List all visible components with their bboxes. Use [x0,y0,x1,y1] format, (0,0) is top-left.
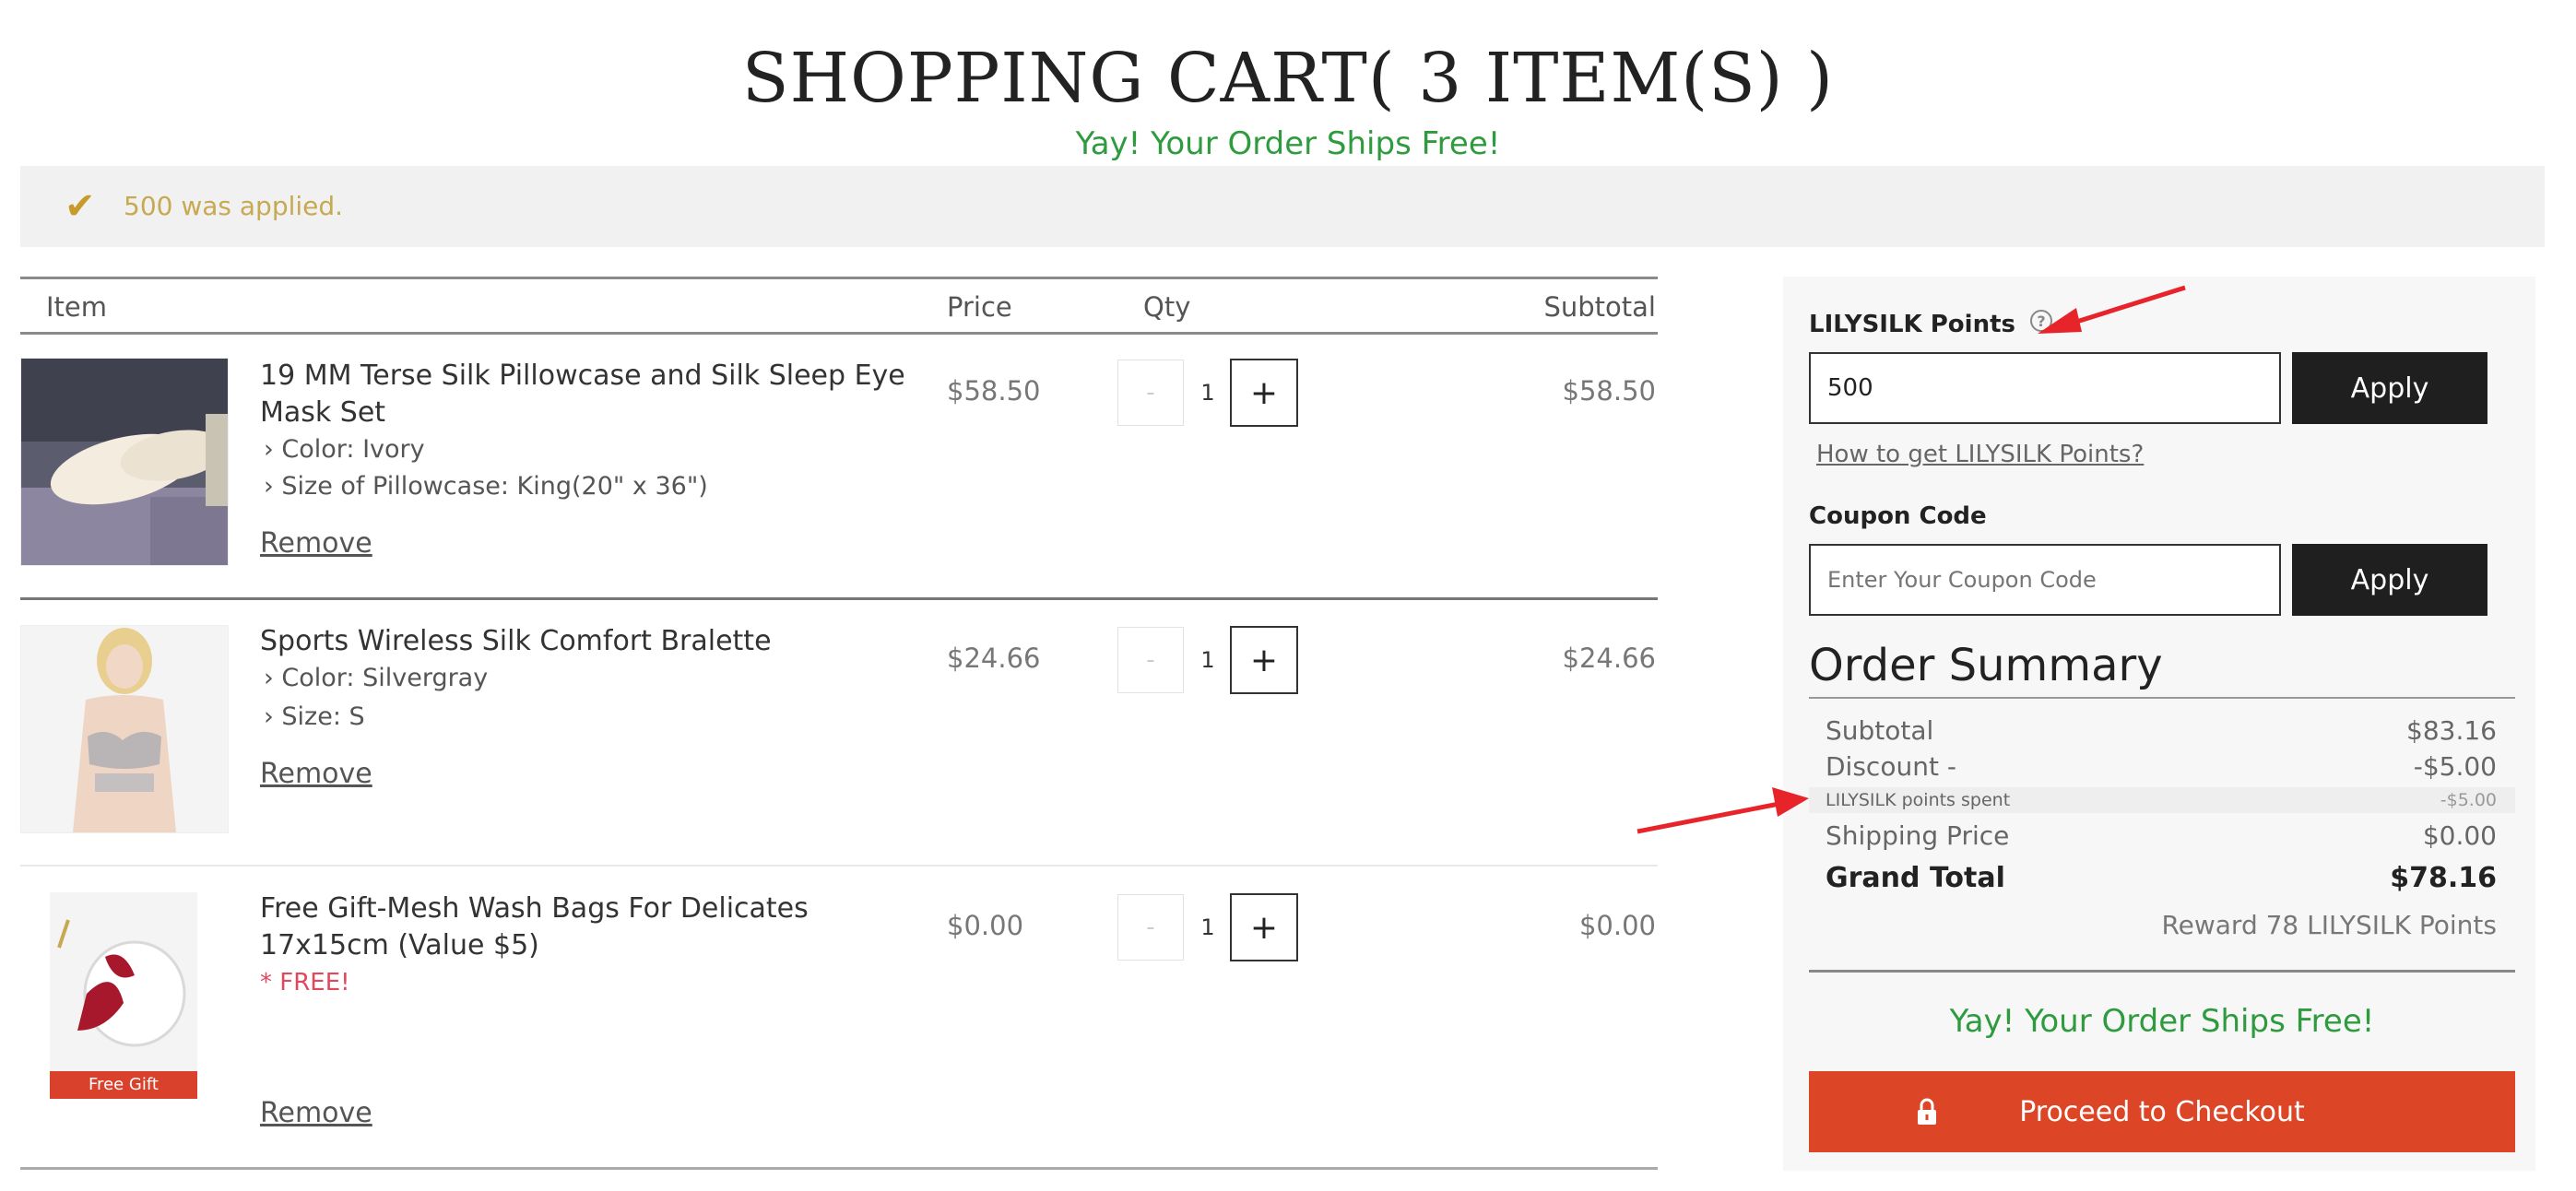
product-name[interactable]: 19 MM Terse Silk Pillowcase and Silk Sle… [260,358,905,431]
qty-decrement-button[interactable]: - [1117,360,1184,426]
coupon-apply-button[interactable]: Apply [2292,544,2487,616]
product-option-color: › Color: Silvergray [264,664,489,692]
applied-notice: ✔ 500 was applied. [20,166,2545,247]
remove-link[interactable]: Remove [260,756,372,793]
points-input[interactable] [1809,352,2281,424]
proceed-to-checkout-button[interactable]: Proceed to Checkout [1809,1071,2515,1152]
table-top-border [20,277,1658,279]
row-divider [20,597,1658,600]
checkmark-icon: ✔ [65,185,96,228]
question-circle-icon[interactable]: ? [2029,309,2053,342]
qty-value[interactable]: 1 [1189,627,1226,693]
qty-value[interactable]: 1 [1189,894,1226,961]
product-name[interactable]: Free Gift-Mesh Wash Bags For Delicates 1… [260,890,905,964]
qty-decrement-button[interactable]: - [1117,894,1184,961]
item-price: $58.50 [947,375,1041,407]
lock-icon [1910,1095,1944,1128]
summary-divider [1809,697,2515,699]
summary-bottom-divider [1809,970,2515,973]
free-shipping-banner: Yay! Your Order Ships Free! [1075,125,1501,162]
column-header-item: Item [46,291,108,323]
checkout-label: Proceed to Checkout [2019,1095,2305,1128]
option-text: Color: Silvergray [281,664,489,692]
shipping-label: Shipping Price [1826,820,2010,851]
how-to-get-points-link[interactable]: How to get LILYSILK Points? [1816,437,2144,472]
notice-text: 500 was applied. [124,191,344,221]
product-option-size: › Size of Pillowcase: King(20" x 36") [264,472,708,501]
remove-link[interactable]: Remove [260,525,372,562]
remove-link[interactable]: Remove [260,1095,372,1132]
subtotal-label: Subtotal [1826,715,1934,746]
table-bottom-border [20,1167,1658,1170]
points-spent-label: LILYSILK points spent [1826,790,2011,810]
column-header-subtotal: Subtotal [1543,291,1656,323]
subtotal-value: $83.16 [2406,715,2497,746]
qty-increment-button[interactable]: + [1230,893,1298,961]
qty-value[interactable]: 1 [1189,360,1226,426]
item-price: $0.00 [947,910,1024,941]
free-gift-badge: Free Gift [89,1075,159,1094]
option-text: Size: S [281,702,365,731]
grand-total-value: $78.16 [2390,862,2497,894]
free-shipping-message: Yay! Your Order Ships Free! [1949,1003,2375,1040]
coupon-input[interactable] [1809,544,2281,616]
points-spent-value: -$5.00 [2440,790,2497,810]
points-label-text: LILYSILK Points [1809,311,2015,338]
product-image-pillowcase[interactable] [20,358,229,566]
qty-increment-button[interactable]: + [1230,626,1298,694]
free-note: * FREE! [260,969,350,996]
points-apply-button[interactable]: Apply [2292,352,2487,424]
qty-increment-button[interactable]: + [1230,359,1298,427]
item-price: $24.66 [947,643,1041,674]
item-subtotal: $58.50 [1562,375,1656,407]
column-header-qty: Qty [1143,291,1191,323]
page-title: SHOPPING CART( 3 ITEM(S) ) [741,39,1835,118]
table-header-border [20,332,1658,335]
svg-text:?: ? [2037,312,2045,330]
coupon-label: Coupon Code [1809,502,1987,530]
order-summary-title: Order Summary [1809,640,2163,691]
discount-label: Discount - [1826,751,1956,782]
grand-total-label: Grand Total [1826,862,2005,894]
qty-decrement-button[interactable]: - [1117,627,1184,693]
product-option-color: › Color: Ivory [264,435,425,464]
product-image-bralette[interactable] [20,625,229,833]
discount-value: -$5.00 [2413,751,2497,782]
product-name[interactable]: Sports Wireless Silk Comfort Bralette [260,623,905,660]
product-option-size: › Size: S [264,702,365,731]
shipping-value: $0.00 [2422,820,2497,851]
column-header-price: Price [947,291,1012,323]
reward-points-text: Reward 78 LILYSILK Points [2161,910,2497,940]
option-text: Color: Ivory [281,435,425,464]
option-text: Size of Pillowcase: King(20" x 36") [281,472,708,501]
product-image-wash-bag[interactable]: Free Gift [50,892,197,1099]
row-divider [20,865,1658,867]
item-subtotal: $0.00 [1578,910,1656,941]
points-label: LILYSILK Points ? [1809,308,2053,342]
item-subtotal: $24.66 [1562,643,1656,674]
